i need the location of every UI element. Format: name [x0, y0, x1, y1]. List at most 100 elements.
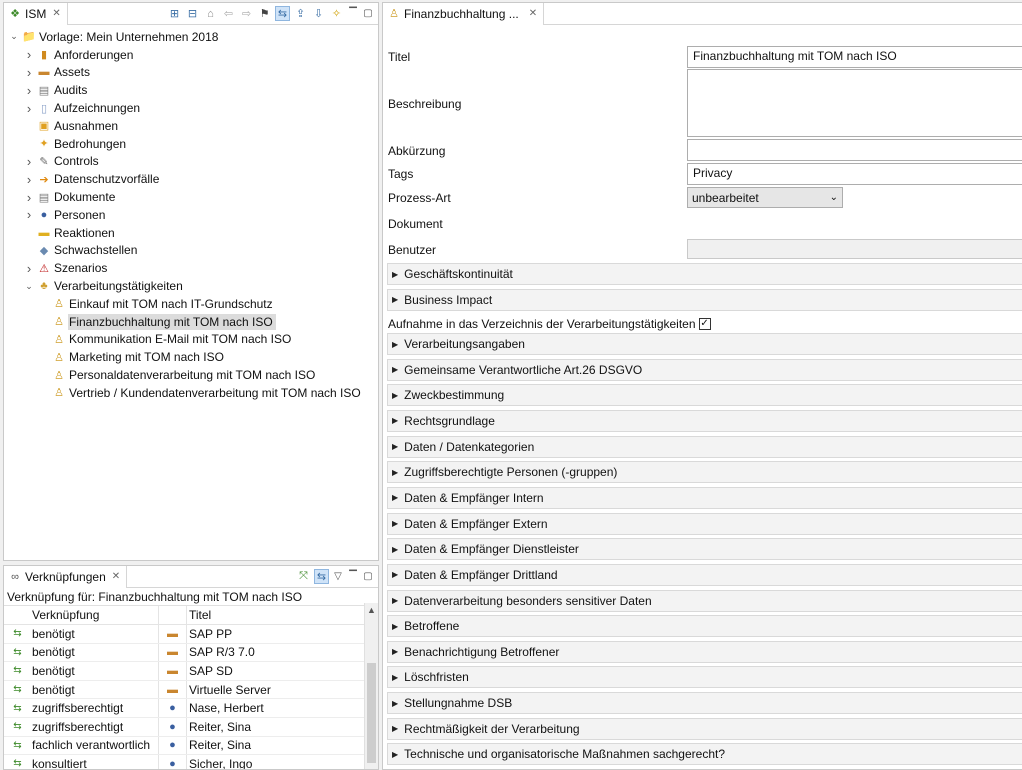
- links-scrollbar[interactable]: ▲: [364, 603, 378, 769]
- tree-item[interactable]: › ▤ Dokumente: [4, 188, 378, 206]
- section-header[interactable]: ▶ Technische und organisatorische Maßnahm…: [387, 743, 1022, 766]
- verzeichnis-checkbox[interactable]: ✓: [698, 318, 711, 330]
- close-icon[interactable]: ✕: [112, 571, 120, 582]
- chevron-right-icon[interactable]: ›: [23, 261, 35, 276]
- section-header[interactable]: ▶ Stellungnahme DSB: [387, 692, 1022, 715]
- section-label: Daten & Empfänger Drittland: [404, 567, 558, 582]
- chevron-right-icon[interactable]: ›: [23, 101, 35, 116]
- section-header[interactable]: ▶ Verarbeitungsangaben: [387, 333, 1022, 355]
- tree-item[interactable]: › ➔ Datenschutzvorfälle: [4, 170, 378, 188]
- maximize-icon[interactable]: ▢: [362, 8, 374, 19]
- section-header[interactable]: ▶ Daten & Empfänger Dienstleister: [387, 538, 1022, 561]
- chevron-down-icon[interactable]: ⌄: [23, 281, 35, 292]
- back-icon[interactable]: ⇦: [221, 6, 236, 21]
- links-tab[interactable]: ∞ Verknüpfungen ✕: [4, 566, 128, 588]
- tree-item[interactable]: › ✎ Controls: [4, 153, 378, 171]
- exceptions-icon: ▣: [38, 120, 50, 133]
- column-header-title[interactable]: Titel: [187, 606, 364, 624]
- close-icon[interactable]: ✕: [52, 8, 60, 19]
- section-header[interactable]: ▶ Zugriffsberechtigte Personen (-gruppen): [387, 461, 1022, 484]
- close-icon[interactable]: ✕: [529, 8, 537, 19]
- chevron-right-icon[interactable]: ›: [23, 65, 35, 80]
- prozessart-select[interactable]: unbearbeitet ⌄: [687, 187, 843, 208]
- tree-item[interactable]: ⌄ 📁 Vorlage: Mein Unternehmen 2018: [4, 28, 378, 46]
- editor-tab[interactable]: ♙ Finanzbuchhaltung ... ✕: [383, 3, 545, 25]
- section-header[interactable]: ▶ Rechtmäßigkeit der Verarbeitung: [387, 717, 1022, 740]
- collapse-all-icon[interactable]: ⊟: [185, 6, 200, 21]
- abkuerzung-input[interactable]: [687, 139, 1022, 161]
- section-header[interactable]: ▶ Daten & Empfänger Extern: [387, 512, 1022, 535]
- section-header[interactable]: ▶ Löschfristen: [387, 666, 1022, 689]
- chevron-right-icon[interactable]: ›: [23, 47, 35, 62]
- tree-item[interactable]: ⌄ ♣ Verarbeitungstätigkeiten: [4, 277, 378, 295]
- tree-item[interactable]: ♙ Finanzbuchhaltung mit TOM nach ISO: [4, 313, 378, 331]
- import-icon[interactable]: ⇪: [293, 6, 308, 21]
- section-header[interactable]: ▶ Datenverarbeitung besonders sensitiver …: [387, 589, 1022, 612]
- table-row[interactable]: ⇆ benötigt ▬ SAP SD: [4, 662, 364, 681]
- section-header[interactable]: ▶ Business Impact: [387, 288, 1022, 311]
- column-header-link[interactable]: Verknüpfung: [31, 606, 159, 624]
- tree-item[interactable]: ♙ Kommunikation E-Mail mit TOM nach ISO: [4, 331, 378, 349]
- table-row[interactable]: ⇆ zugriffsberechtigt ● Nase, Herbert: [4, 699, 364, 718]
- table-row[interactable]: ⇆ benötigt ▬ SAP PP: [4, 625, 364, 644]
- export-icon[interactable]: ⇩: [311, 6, 326, 21]
- tree-item[interactable]: › ▤ Audits: [4, 81, 378, 99]
- scroll-up-icon[interactable]: ▲: [365, 603, 378, 617]
- tree-item[interactable]: › ▯ Aufzeichnungen: [4, 99, 378, 117]
- section-header[interactable]: ▶ Daten & Empfänger Intern: [387, 486, 1022, 509]
- chevron-right-icon[interactable]: ›: [23, 172, 35, 187]
- table-row[interactable]: ⇆ benötigt ▬ SAP R/3 7.0: [4, 643, 364, 663]
- chevron-right-icon[interactable]: ›: [23, 83, 35, 98]
- chevron-right-icon[interactable]: ›: [23, 207, 35, 222]
- maximize-icon[interactable]: ▢: [362, 571, 374, 582]
- new-icon[interactable]: ✧: [329, 6, 344, 21]
- section-header[interactable]: ▶ Daten & Empfänger Drittland: [387, 563, 1022, 586]
- link-editor-icon[interactable]: ⇆: [314, 569, 329, 584]
- expand-all-icon[interactable]: ⊞: [167, 6, 182, 21]
- tree-item[interactable]: ♙ Einkauf mit TOM nach IT-Grundschutz: [4, 295, 378, 313]
- minimize-icon[interactable]: ▔: [347, 571, 359, 582]
- tree-item[interactable]: › ⚠ Szenarios: [4, 259, 378, 277]
- section-header[interactable]: ▶ Rechtsgrundlage: [387, 409, 1022, 432]
- tree-item[interactable]: ♙ Vertrieb / Kundendatenverarbeitung mit …: [4, 384, 378, 402]
- editor-panel: ♙ Finanzbuchhaltung ... ✕ Titel Finanzbu…: [382, 2, 1022, 770]
- home-icon[interactable]: ⌂: [203, 6, 218, 21]
- section-label: Stellungnahme DSB: [404, 696, 513, 711]
- section-header[interactable]: ▶ Daten / Datenkategorien: [387, 435, 1022, 458]
- chevron-right-icon[interactable]: ›: [23, 190, 35, 205]
- chevron-down-icon[interactable]: ⌄: [8, 31, 20, 42]
- chevron-right-icon[interactable]: ›: [23, 154, 35, 169]
- filter-icon[interactable]: ⚑: [257, 6, 272, 21]
- titel-input[interactable]: Finanzbuchhaltung mit TOM nach ISO: [687, 46, 1022, 68]
- tree-item-label: Assets: [54, 65, 91, 80]
- tree-item[interactable]: › ▬ Assets: [4, 64, 378, 82]
- link-editor-icon[interactable]: ⇆: [275, 6, 290, 21]
- tree-item[interactable]: ▣ Ausnahmen: [4, 117, 378, 135]
- collapse-icon[interactable]: ⤧: [296, 569, 311, 584]
- tags-input[interactable]: Privacy: [687, 163, 1022, 185]
- tree-item[interactable]: › ▮ Anforderungen: [4, 46, 378, 64]
- table-row[interactable]: ⇆ benötigt ▬ Virtuelle Server: [4, 680, 364, 700]
- table-row[interactable]: ⇆ fachlich verantwortlich ● Reiter, Sina: [4, 736, 364, 756]
- triangle-right-icon: ▶: [392, 672, 399, 682]
- table-row[interactable]: ⇆ zugriffsberechtigt ● Reiter, Sina: [4, 717, 364, 737]
- tree-item[interactable]: ◆ Schwachstellen: [4, 242, 378, 260]
- tree-item[interactable]: ♙ Personaldatenverarbeitung mit TOM nach …: [4, 366, 378, 384]
- beschreibung-textarea[interactable]: [687, 69, 1022, 137]
- ism-tab[interactable]: ❖ ISM ✕: [4, 3, 68, 25]
- forward-icon[interactable]: ⇨: [239, 6, 254, 21]
- triangle-right-icon: ▶: [392, 269, 399, 279]
- view-menu-icon[interactable]: ▽: [332, 571, 344, 582]
- tree-item[interactable]: ▬ Reaktionen: [4, 224, 378, 242]
- section-header[interactable]: ▶ Geschäftskontinuität: [387, 263, 1022, 285]
- tree-item[interactable]: ♙ Marketing mit TOM nach ISO: [4, 348, 378, 366]
- tree-item[interactable]: › ● Personen: [4, 206, 378, 224]
- section-header[interactable]: ▶ Gemeinsame Verantwortliche Art.26 DSGVO: [387, 358, 1022, 381]
- section-header[interactable]: ▶ Zweckbestimmung: [387, 384, 1022, 407]
- minimize-icon[interactable]: ▔: [347, 8, 359, 19]
- scrollbar-thumb[interactable]: [367, 663, 376, 763]
- asset-icon: ▬: [159, 662, 187, 680]
- section-header[interactable]: ▶ Betroffene: [387, 615, 1022, 638]
- section-header[interactable]: ▶ Benachrichtigung Betroffener: [387, 640, 1022, 663]
- tree-item[interactable]: ✦ Bedrohungen: [4, 135, 378, 153]
